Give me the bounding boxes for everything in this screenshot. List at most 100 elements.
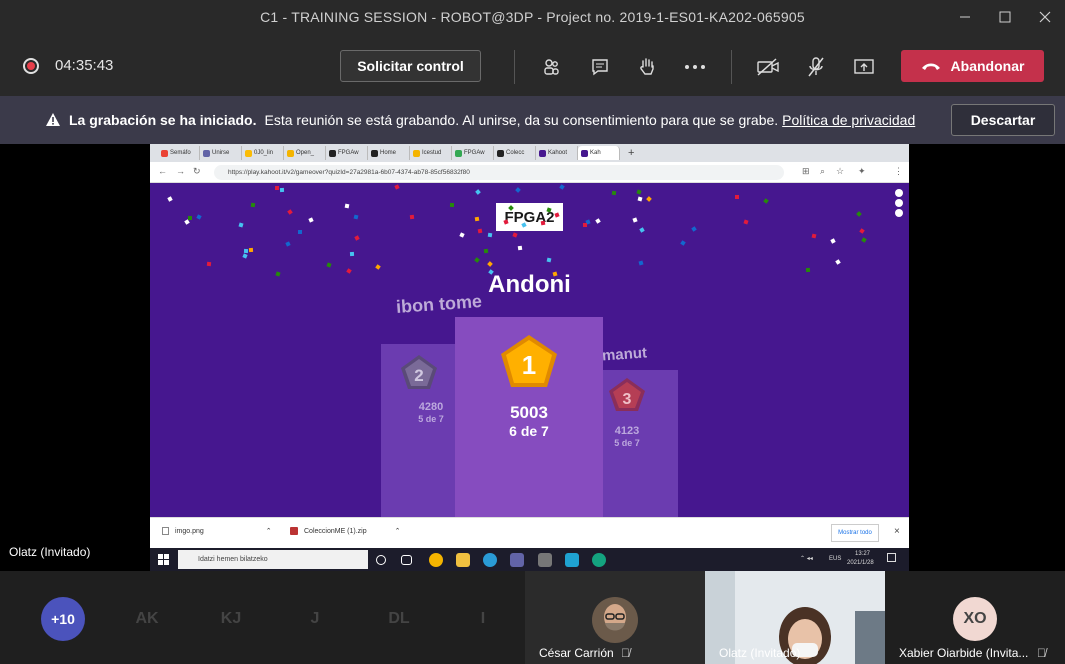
shared-screen[interactable]: Semáfo Unirse 0J0_lin Open_ FPGAw Home Icestud… [150,144,909,571]
browser-tab[interactable]: Semáfo [158,146,200,160]
file-icon [162,527,169,535]
cortana-icon[interactable] [376,555,386,565]
confetti-piece [679,239,686,246]
tab-favicon-icon [413,149,420,157]
avatar-j[interactable]: J [293,597,337,641]
avatar-dl[interactable]: DL [377,597,421,641]
browser-tab[interactable]: Kahoot [536,146,578,160]
confetti-piece [486,260,493,267]
download-item[interactable]: ColeccionME (1).zip ⌃ [290,527,401,535]
arduino-icon[interactable] [592,553,606,567]
chrome-icon[interactable] [429,553,443,567]
reload-icon[interactable]: ↻ [193,166,201,177]
tab-favicon-icon [245,149,252,157]
tab-favicon-icon [203,149,210,157]
chevron-up-icon[interactable]: ⌃ [266,527,272,535]
minimize-icon[interactable] [945,0,985,34]
first-correct: 6 de 7 [509,423,549,439]
leave-button[interactable]: Abandonar [901,50,1044,82]
browser-tab[interactable]: Kah [578,146,620,160]
share-screen-icon[interactable] [849,52,879,82]
new-tab-icon[interactable]: + [628,147,634,159]
close-icon[interactable] [1025,0,1065,34]
show-all-button[interactable]: Mostrar todo [831,524,879,542]
confetti-piece [540,220,546,226]
confetti-piece [859,228,865,235]
rank-2-number: 2 [414,366,423,385]
participant-name: Olatz (Invitado) [719,646,801,660]
file-explorer-icon[interactable] [456,553,470,567]
avatar-i[interactable]: I [461,597,505,641]
confetti-piece [735,195,739,200]
browser-tab[interactable]: 0J0_lin [242,146,284,160]
overflow-participants[interactable]: +10 [41,597,85,641]
avatar-kj[interactable]: KJ [209,597,253,641]
confetti-piece [449,203,454,208]
browser-tab[interactable]: Open_ [284,146,326,160]
browser-tab[interactable]: FPGAw [326,146,368,160]
browser-menu-icon[interactable]: ⋮ [894,166,903,177]
tab-label: Open_ [296,150,315,156]
recording-icon [23,58,39,74]
raise-hand-icon[interactable] [632,52,662,82]
title-bar: C1 - TRAINING SESSION - ROBOT@3DP - Proj… [0,0,1065,34]
confetti-piece [375,263,381,270]
first-score: 5003 [510,403,548,422]
browser-tab[interactable]: Home [368,146,410,160]
camera-app-icon[interactable] [538,553,552,567]
participants-icon[interactable] [536,52,566,82]
bookmark-star-icon[interactable]: ☆ [836,166,844,177]
notifications-icon[interactable] [887,553,896,562]
confetti-piece [238,222,244,228]
confetti-piece [410,214,415,219]
translate-icon[interactable]: ⊞ [802,166,810,177]
chevron-up-icon[interactable]: ⌃ [395,527,401,535]
more-icon[interactable] [680,52,710,82]
rank-1-badge: 1 [501,335,557,387]
url-field[interactable]: https://play.kahoot.it/v2/gameover?quizI… [214,165,784,180]
app-icon[interactable] [565,553,579,567]
avatar-xo: XO [953,597,997,641]
language-indicator[interactable]: EUS [829,556,841,562]
privacy-policy-link[interactable]: Política de privacidad [782,112,915,128]
confetti-piece [512,232,518,239]
close-downloads-icon[interactable]: × [894,526,900,537]
side-controls[interactable] [895,189,904,219]
request-control-button[interactable]: Solicitar control [340,50,481,82]
task-view-icon[interactable] [401,555,412,565]
tab-label: Icestud [422,150,442,156]
tab-label: Colecc [506,150,525,156]
windows-start-icon[interactable] [158,553,170,571]
back-icon[interactable]: ← [158,166,167,176]
confetti-piece [691,226,697,233]
podium-first: 1 5003 6 de 7 [455,317,603,517]
forward-icon[interactable]: → [176,166,185,176]
confetti-piece [514,186,521,193]
edge-icon[interactable] [483,553,497,567]
teams-icon[interactable] [510,553,524,567]
tab-label: Kah [590,150,601,156]
taskbar-date: 2021/1/28 [847,560,874,566]
maximize-icon[interactable] [985,0,1025,34]
browser-tab[interactable]: Colecc [494,146,536,160]
browser-tab[interactable]: FPGAw [452,146,494,160]
video-tile-olatz[interactable]: Olatz (Invitado) [705,571,885,664]
tile-xabier[interactable]: XO Xabier Oiarbide (Invita... 🎙̸ [885,571,1065,664]
download-item[interactable]: imgo.png ⌃ [162,527,272,535]
taskbar-search[interactable]: Idatzi hemen bilatzeko [178,550,368,569]
avatar-ak[interactable]: AK [125,597,169,641]
video-tile-cesar[interactable]: César Carrión 🎙̸ [525,571,705,664]
browser-tab[interactable]: Unirse [200,146,242,160]
extensions-icon[interactable]: ✦ [858,166,866,177]
zoom-icon[interactable]: ⌕ [820,166,825,177]
browser-tab[interactable]: Icestud [410,146,452,160]
chat-icon[interactable] [585,52,615,82]
confetti-piece [595,218,601,224]
mic-off-icon[interactable] [801,52,831,82]
confetti-piece [167,196,173,202]
dismiss-button[interactable]: Descartar [951,104,1055,136]
confetti-piece [326,261,332,268]
tray-icons[interactable]: ⌃ ◂◂ [800,555,813,562]
podium-second: 2 4280 5 de 7 [381,344,455,517]
camera-off-icon[interactable] [753,52,783,82]
